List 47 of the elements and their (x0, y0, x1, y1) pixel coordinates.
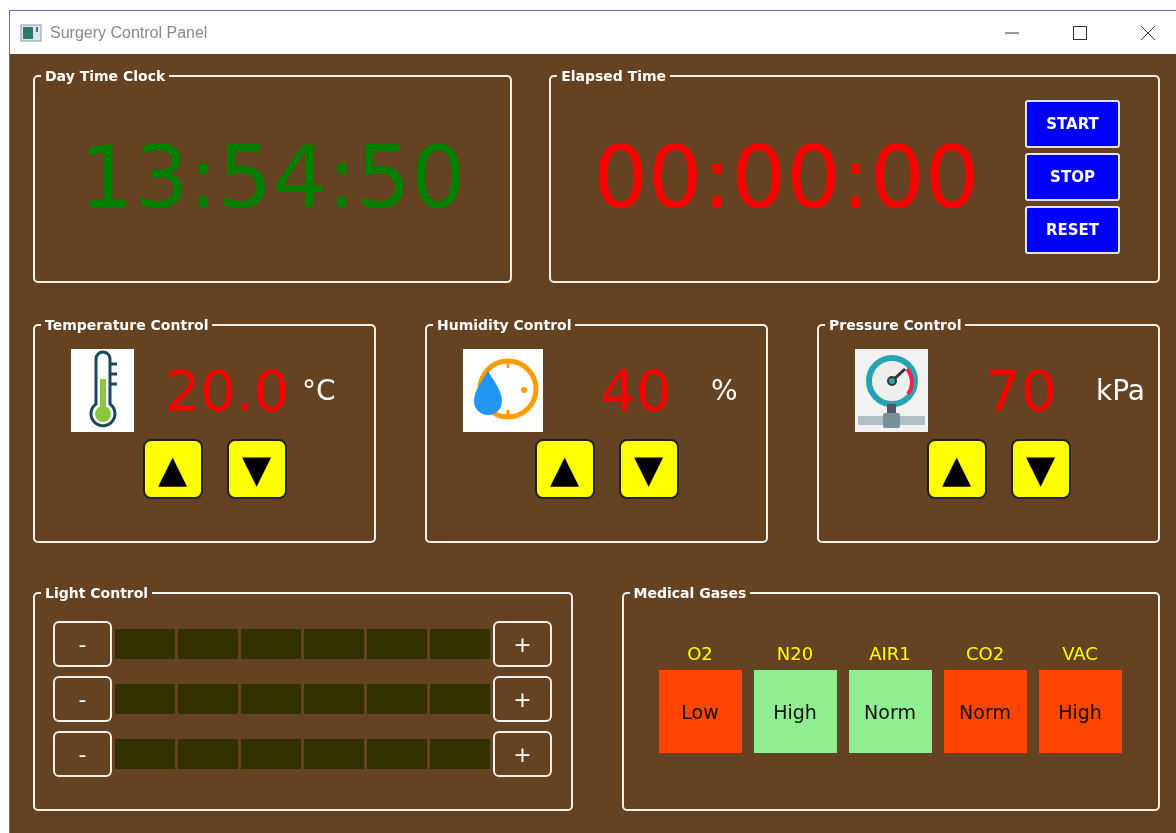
increase-button[interactable]: ▲ (926, 439, 987, 499)
gas-name: N20 (776, 643, 814, 664)
maximize-icon[interactable] (1072, 24, 1088, 41)
app-icon (20, 23, 42, 42)
unit-label: % (711, 374, 738, 407)
increase-button[interactable]: + (493, 676, 552, 722)
clock-display: 13:54:50 (79, 133, 466, 220)
unit-label: °C (302, 374, 336, 407)
reading-value: 70 (984, 362, 1058, 419)
decrease-button[interactable]: ▼ (618, 439, 679, 499)
pressure-gauge-icon (855, 349, 928, 432)
gas-status-tile: High (753, 670, 837, 753)
increase-button[interactable]: + (493, 731, 552, 777)
decrease-button[interactable]: ▼ (226, 439, 287, 499)
reading-value: 20.0 (163, 362, 291, 419)
window-title: Surgery Control Panel (50, 23, 208, 42)
increase-button[interactable]: ▲ (142, 439, 203, 499)
decrease-button[interactable]: - (53, 621, 112, 667)
timer-button[interactable]: STOP (1025, 152, 1120, 201)
panel-title: Day Time Clock (44, 68, 167, 84)
increase-button[interactable]: ▲ (534, 439, 595, 499)
panel-title: Elapsed Time (560, 68, 668, 84)
gas-status-tile: Norm (848, 670, 932, 753)
close-icon[interactable] (1140, 24, 1156, 41)
panel-title: Medical Gases (632, 585, 748, 601)
humidity-icon (463, 349, 543, 432)
panel-title: Pressure Control (828, 317, 963, 333)
panel-title: Humidity Control (436, 317, 573, 333)
gas-status-tile: High (1038, 670, 1122, 753)
unit-label: kPa (1096, 374, 1145, 407)
timer-button[interactable]: RESET (1025, 205, 1120, 254)
elapsed-display: 00:00:00 (593, 133, 980, 220)
decrease-button[interactable]: - (53, 731, 112, 777)
gas-name: AIR1 (869, 643, 911, 664)
reading-value: 40 (599, 362, 673, 419)
gas-status-tile: Low (658, 670, 742, 753)
decrease-button[interactable]: - (53, 676, 112, 722)
decrease-button[interactable]: ▼ (1010, 439, 1071, 499)
timer-button[interactable]: START (1025, 99, 1120, 148)
gas-name: VAC (1062, 643, 1098, 664)
gas-name: CO2 (965, 643, 1005, 664)
panel-title: Temperature Control (44, 317, 210, 333)
gas-name: O2 (687, 643, 713, 664)
panel-title: Light Control (44, 585, 150, 601)
gas-status-tile: Norm (943, 670, 1027, 753)
thermometer-icon (71, 349, 134, 432)
increase-button[interactable]: + (493, 621, 552, 667)
